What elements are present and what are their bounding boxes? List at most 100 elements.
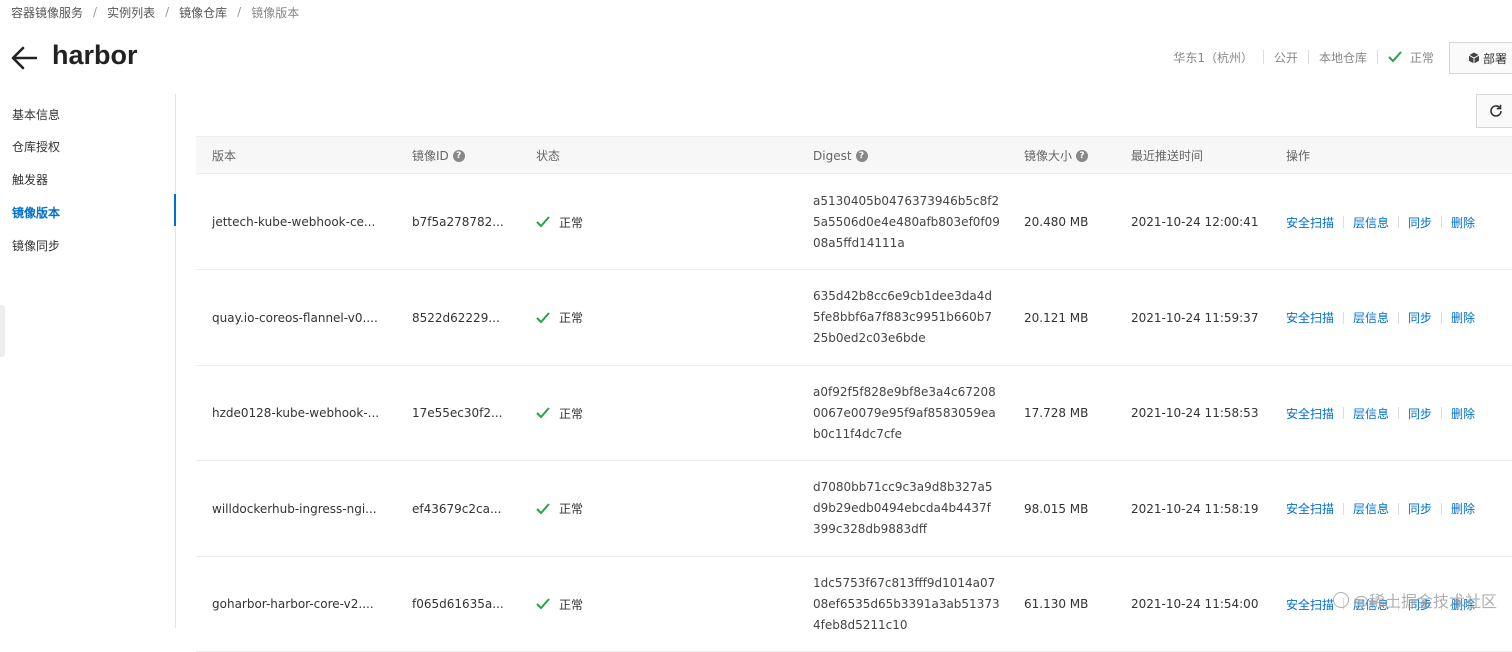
repo-meta: 华东1（杭州） 公开 本地仓库 正常	[1173, 48, 1434, 66]
table-header: 版本 镜像ID? 状态 Digest? 镜像大小? 最近推送时间 操作	[196, 136, 1512, 174]
column-header-digest: Digest?	[813, 137, 868, 175]
divider	[1376, 50, 1378, 64]
layer-info-link[interactable]: 层信息	[1353, 405, 1389, 422]
help-icon[interactable]: ?	[855, 150, 868, 162]
version-cell[interactable]: quay.io-coreos-flannel-v0....	[212, 271, 378, 365]
push-time-cell: 2021-10-24 12:00:41	[1131, 215, 1259, 229]
delete-link[interactable]: 删除	[1451, 309, 1475, 326]
repo-type-label: 本地仓库	[1318, 50, 1367, 65]
version-cell[interactable]: goharbor-harbor-core-v2....	[212, 557, 374, 651]
divider	[1307, 50, 1309, 64]
status-cell: 正常	[536, 366, 583, 460]
sidebar-item-basic-info[interactable]: 基本信息	[12, 106, 60, 123]
action-divider	[1343, 407, 1345, 419]
table-row: hzde0128-kube-webhook-... 17e55ec30f2...…	[196, 366, 1512, 461]
sidebar-item-triggers[interactable]: 触发器	[12, 171, 48, 188]
security-scan-link[interactable]: 安全扫描	[1286, 309, 1334, 326]
status-cell: 正常	[536, 175, 583, 269]
security-scan-link[interactable]: 安全扫描	[1286, 405, 1334, 422]
back-arrow-icon[interactable]	[11, 46, 38, 70]
action-divider	[1398, 216, 1400, 228]
sidebar-item-image-versions[interactable]: 镜像版本	[12, 204, 60, 221]
security-scan-link[interactable]: 安全扫描	[1286, 596, 1334, 613]
refresh-button[interactable]	[1476, 94, 1512, 128]
column-header-push-time: 最近推送时间	[1131, 149, 1204, 163]
status-cell: 正常	[536, 462, 583, 556]
version-cell[interactable]: willdockerhub-ingress-ngi...	[212, 462, 377, 556]
breadcrumb: 容器镜像服务 / 实例列表 / 镜像仓库 / 镜像版本	[11, 4, 299, 20]
action-divider	[1398, 407, 1400, 419]
actions-cell: 安全扫描 层信息 同步 删除	[1286, 366, 1475, 460]
digest-cell: a5130405b0476373946b5c8f2 5a5506d0e4e480a…	[813, 193, 1000, 250]
repo-status: 正常	[1388, 49, 1434, 66]
sidebar-item-repo-auth[interactable]: 仓库授权	[12, 138, 60, 155]
delete-link[interactable]: 删除	[1451, 214, 1475, 231]
action-divider	[1343, 502, 1345, 515]
action-divider	[1398, 311, 1400, 324]
digest-cell: a0f92f5f828e9bf8e3a4c67208 0067e0079e95f9…	[813, 384, 996, 441]
actions-cell: 安全扫描 层信息 同步 删除	[1286, 271, 1475, 365]
breadcrumb-item-service[interactable]: 容器镜像服务	[11, 4, 83, 21]
image-id-cell: ef43679c2ca...	[412, 501, 502, 516]
push-time-cell: 2021-10-24 11:59:37	[1131, 310, 1259, 325]
column-header-size: 镜像大小?	[1024, 137, 1089, 175]
version-cell[interactable]: hzde0128-kube-webhook-...	[212, 366, 379, 460]
size-cell: 20.121 MB	[1024, 310, 1089, 325]
image-id-cell: b7f5a278782...	[412, 215, 504, 229]
help-icon[interactable]: ?	[1076, 150, 1089, 162]
security-scan-link[interactable]: 安全扫描	[1286, 214, 1334, 231]
push-time-cell: 2021-10-24 11:54:00	[1131, 597, 1259, 611]
version-cell[interactable]: jettech-kube-webhook-ce...	[212, 175, 375, 269]
actions-cell: 安全扫描 层信息 同步 删除	[1286, 175, 1475, 269]
digest-cell: 1dc5753f67c813fff9d1014a07 08ef6535d65b33…	[813, 575, 1000, 632]
sync-link[interactable]: 同步	[1408, 500, 1432, 517]
image-id-cell: 17e55ec30f2...	[412, 406, 503, 420]
breadcrumb-separator: /	[237, 5, 242, 19]
watermark: @稀土掘金技术社区	[1333, 588, 1497, 612]
visibility-label: 公开	[1273, 50, 1298, 65]
sidebar-collapse-handle[interactable]	[0, 305, 5, 357]
help-icon[interactable]: ?	[452, 150, 465, 162]
delete-link[interactable]: 删除	[1451, 500, 1475, 517]
digest-cell: 635d42b8cc6e9cb1dee3da4d 5fe8bbf6a7f883c9…	[813, 289, 992, 345]
action-divider	[1441, 502, 1443, 515]
deploy-label: 部署	[1483, 51, 1508, 66]
action-divider	[1398, 502, 1400, 515]
push-time-cell: 2021-10-24 11:58:53	[1131, 406, 1259, 420]
check-icon	[536, 598, 550, 610]
sync-link[interactable]: 同步	[1408, 405, 1432, 422]
image-id-cell: 8522d62229...	[412, 310, 500, 325]
check-icon	[536, 502, 550, 514]
column-header-actions: 操作	[1286, 149, 1311, 163]
table-row: willdockerhub-ingress-ngi... ef43679c2ca…	[196, 462, 1512, 557]
refresh-icon	[1490, 104, 1502, 117]
security-scan-link[interactable]: 安全扫描	[1286, 500, 1334, 517]
check-icon	[536, 407, 550, 419]
watermark-logo-icon	[1333, 592, 1349, 608]
digest-cell: d7080bb71cc9c3a9d8b327a5 d9b29edb0494ebcd…	[813, 480, 993, 536]
breadcrumb-item-instances[interactable]: 实例列表	[107, 4, 155, 21]
breadcrumb-separator: /	[93, 5, 98, 19]
image-id-cell: f065d61635a...	[412, 597, 504, 611]
divider	[1262, 50, 1264, 64]
deploy-button[interactable]: 部署	[1449, 42, 1512, 74]
layer-info-link[interactable]: 层信息	[1353, 309, 1389, 326]
check-icon	[536, 216, 550, 228]
sidebar-item-image-sync[interactable]: 镜像同步	[12, 237, 60, 254]
action-divider	[1343, 311, 1345, 324]
sync-link[interactable]: 同步	[1408, 309, 1432, 326]
layer-info-link[interactable]: 层信息	[1353, 500, 1389, 517]
sync-link[interactable]: 同步	[1408, 214, 1432, 231]
action-divider	[1441, 216, 1443, 228]
layer-info-link[interactable]: 层信息	[1353, 214, 1389, 231]
sidebar: 基本信息 仓库授权 触发器 镜像版本 镜像同步	[0, 94, 176, 628]
watermark-text: @稀土掘金技术社区	[1353, 592, 1498, 611]
table-row: quay.io-coreos-flannel-v0.... 8522d62229…	[196, 271, 1512, 366]
check-icon	[536, 311, 550, 323]
delete-link[interactable]: 删除	[1451, 405, 1475, 422]
size-cell: 20.480 MB	[1024, 215, 1089, 229]
repo-status-label: 正常	[1409, 50, 1434, 65]
breadcrumb-item-repository[interactable]: 镜像仓库	[179, 4, 227, 21]
sidebar-active-indicator	[174, 194, 176, 226]
column-header-image-id: 镜像ID?	[412, 137, 465, 175]
